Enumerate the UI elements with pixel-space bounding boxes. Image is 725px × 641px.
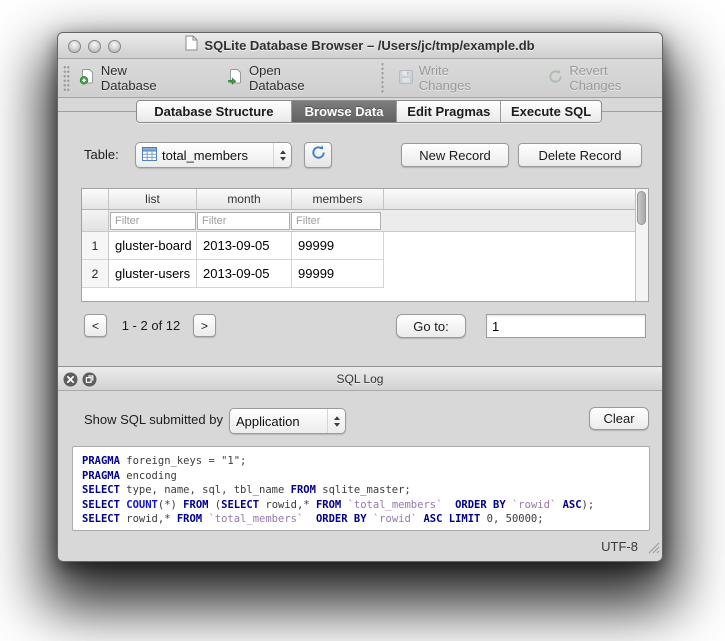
tab-edit-pragmas[interactable]: Edit Pragmas bbox=[397, 101, 501, 122]
table-row[interactable]: 1 gluster-board 2013-09-05 99999 bbox=[82, 232, 648, 260]
delete-record-button[interactable]: Delete Record bbox=[518, 143, 642, 167]
stepper-arrows-icon bbox=[327, 409, 345, 433]
vertical-scrollbar[interactable] bbox=[635, 189, 648, 301]
sql-log-title: SQL Log bbox=[58, 367, 662, 390]
open-database-button[interactable]: Open Database bbox=[227, 63, 339, 93]
window-title: SQLite Database Browser – /Users/jc/tmp/… bbox=[204, 38, 534, 53]
cell-members[interactable]: 99999 bbox=[292, 260, 384, 288]
toolbar: New Database Open Database Write Changes bbox=[58, 59, 662, 98]
encoding-status: UTF-8 bbox=[601, 539, 638, 554]
row-number: 2 bbox=[82, 260, 109, 288]
new-database-button[interactable]: New Database bbox=[79, 63, 185, 93]
stepper-arrows-icon bbox=[273, 143, 291, 167]
grid-header-filler bbox=[384, 189, 648, 209]
next-page-button[interactable]: > bbox=[193, 314, 216, 337]
new-database-icon bbox=[79, 68, 96, 88]
revert-changes-button[interactable]: Revert Changes bbox=[547, 63, 662, 93]
filter-corner-cell bbox=[82, 210, 109, 231]
sql-log-text[interactable]: PRAGMA foreign_keys = "1";PRAGMA encodin… bbox=[72, 446, 650, 531]
refresh-icon bbox=[310, 144, 327, 166]
tab-bar: Database Structure Browse Data Edit Prag… bbox=[136, 100, 602, 123]
new-database-label: New Database bbox=[101, 63, 185, 93]
grid-header: list month members bbox=[82, 189, 648, 210]
tab-browse-data[interactable]: Browse Data bbox=[292, 101, 398, 122]
open-database-label: Open Database bbox=[249, 63, 339, 93]
tab-database-structure[interactable]: Database Structure bbox=[137, 101, 292, 122]
write-changes-label: Write Changes bbox=[419, 63, 504, 93]
row-number: 1 bbox=[82, 232, 109, 260]
sql-source-value: Application bbox=[236, 414, 300, 429]
document-icon bbox=[185, 35, 198, 56]
cell-month[interactable]: 2013-09-05 bbox=[197, 260, 292, 288]
goto-button[interactable]: Go to: bbox=[396, 314, 466, 338]
resize-grip[interactable] bbox=[647, 541, 660, 559]
grid-filter-row bbox=[82, 210, 648, 232]
record-range-label: 1 - 2 of 12 bbox=[112, 314, 190, 337]
revert-changes-label: Revert Changes bbox=[569, 63, 662, 93]
data-grid: list month members 1 gluster-board 2013-… bbox=[81, 188, 649, 302]
revert-changes-icon bbox=[547, 68, 564, 88]
desktop-background: SQLite Database Browser – /Users/jc/tmp/… bbox=[0, 0, 725, 641]
table-label: Table: bbox=[84, 142, 119, 168]
minimize-window-button[interactable] bbox=[88, 40, 101, 53]
column-header-list[interactable]: list bbox=[109, 189, 197, 209]
cell-month[interactable]: 2013-09-05 bbox=[197, 232, 292, 260]
refresh-button[interactable] bbox=[304, 142, 332, 168]
write-changes-button[interactable]: Write Changes bbox=[398, 63, 504, 93]
show-sql-label: Show SQL submitted by bbox=[84, 406, 223, 434]
table-select[interactable]: total_members bbox=[135, 142, 292, 168]
table-grid-icon bbox=[142, 147, 157, 164]
open-database-icon bbox=[227, 68, 244, 88]
sql-log-titlebar: SQL Log bbox=[58, 366, 662, 391]
tab-execute-sql[interactable]: Execute SQL bbox=[501, 101, 601, 122]
close-window-button[interactable] bbox=[68, 40, 81, 53]
sql-source-select[interactable]: Application bbox=[229, 408, 346, 434]
goto-record-input[interactable] bbox=[486, 314, 646, 338]
new-record-button[interactable]: New Record bbox=[401, 143, 509, 167]
window-controls bbox=[68, 40, 121, 53]
cell-list[interactable]: gluster-board bbox=[109, 232, 197, 260]
column-header-members[interactable]: members bbox=[292, 189, 384, 209]
app-window: SQLite Database Browser – /Users/jc/tmp/… bbox=[57, 32, 663, 562]
cell-members[interactable]: 99999 bbox=[292, 232, 384, 260]
filter-input-month[interactable] bbox=[197, 212, 290, 230]
dock-float-icon[interactable] bbox=[82, 372, 97, 387]
previous-page-button[interactable]: < bbox=[84, 314, 107, 337]
title-bar[interactable]: SQLite Database Browser – /Users/jc/tmp/… bbox=[58, 33, 662, 59]
grid-corner-header bbox=[82, 189, 109, 209]
filter-input-members[interactable] bbox=[291, 212, 381, 230]
cell-list[interactable]: gluster-users bbox=[109, 260, 197, 288]
write-changes-icon bbox=[398, 69, 414, 88]
filter-input-list[interactable] bbox=[110, 212, 196, 230]
scrollbar-thumb[interactable] bbox=[637, 191, 646, 225]
table-select-value: total_members bbox=[162, 148, 248, 163]
table-row[interactable]: 2 gluster-users 2013-09-05 99999 bbox=[82, 260, 648, 288]
clear-button[interactable]: Clear bbox=[589, 407, 649, 430]
toolbar-separator bbox=[381, 62, 384, 94]
zoom-window-button[interactable] bbox=[108, 40, 121, 53]
dock-close-icon[interactable] bbox=[63, 372, 78, 387]
toolbar-drag-handle[interactable] bbox=[63, 65, 70, 91]
column-header-month[interactable]: month bbox=[197, 189, 292, 209]
